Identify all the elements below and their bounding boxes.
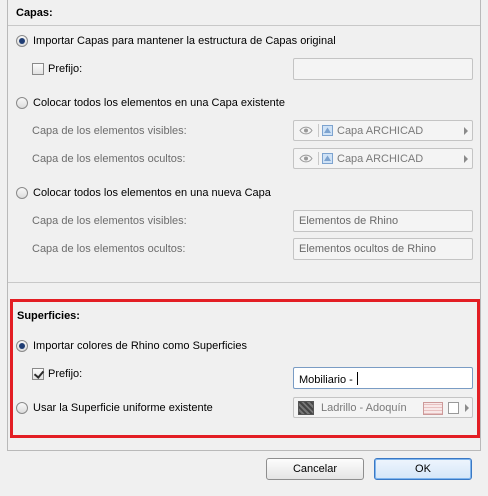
layers-existing-radio[interactable] bbox=[16, 97, 28, 109]
surfaces-highlight-box bbox=[10, 299, 480, 438]
existing-visible-layer-dropdown[interactable]: Capa ARCHICAD bbox=[293, 120, 473, 141]
existing-hidden-layer-value: Capa ARCHICAD bbox=[337, 153, 424, 165]
layers-existing-label[interactable]: Colocar todos los elementos en una Capa … bbox=[33, 97, 285, 109]
new-visible-layer-input[interactable]: Elementos de Rhino bbox=[293, 210, 473, 232]
section-separator bbox=[8, 282, 480, 283]
layer-icon bbox=[322, 125, 333, 136]
existing-visible-label: Capa de los elementos visibles: bbox=[32, 125, 187, 137]
new-visible-label: Capa de los elementos visibles: bbox=[32, 215, 187, 227]
import-dialog: Capas: Importar Capas para mantener la e… bbox=[0, 0, 488, 496]
frame-left bbox=[7, 0, 8, 450]
layers-new-label[interactable]: Colocar todos los elementos en una nueva… bbox=[33, 187, 271, 199]
chevron-right-icon bbox=[464, 155, 468, 163]
layers-prefix-checkbox[interactable] bbox=[32, 63, 44, 75]
new-hidden-layer-input[interactable]: Elementos ocultos de Rhino bbox=[293, 238, 473, 260]
layers-new-radio[interactable] bbox=[16, 187, 28, 199]
layers-prefix-label[interactable]: Prefijo: bbox=[48, 63, 82, 75]
frame-right bbox=[480, 0, 481, 450]
layers-import-radio[interactable] bbox=[16, 35, 28, 47]
eye-icon bbox=[299, 126, 313, 135]
existing-hidden-label: Capa de los elementos ocultos: bbox=[32, 153, 186, 165]
chevron-right-icon bbox=[464, 127, 468, 135]
ok-button[interactable]: OK bbox=[374, 458, 472, 480]
layers-separator bbox=[8, 25, 480, 26]
cancel-button[interactable]: Cancelar bbox=[266, 458, 364, 480]
dropdown-divider bbox=[318, 124, 319, 137]
layers-prefix-input[interactable] bbox=[293, 58, 473, 80]
frame-bottom bbox=[7, 450, 481, 451]
layers-heading: Capas: bbox=[16, 7, 53, 19]
layers-import-label[interactable]: Importar Capas para mantener la estructu… bbox=[33, 35, 336, 47]
dropdown-divider bbox=[318, 152, 319, 165]
layer-icon bbox=[322, 153, 333, 164]
existing-hidden-layer-dropdown[interactable]: Capa ARCHICAD bbox=[293, 148, 473, 169]
eye-icon bbox=[299, 154, 313, 163]
existing-visible-layer-value: Capa ARCHICAD bbox=[337, 125, 424, 137]
new-hidden-label: Capa de los elementos ocultos: bbox=[32, 243, 186, 255]
